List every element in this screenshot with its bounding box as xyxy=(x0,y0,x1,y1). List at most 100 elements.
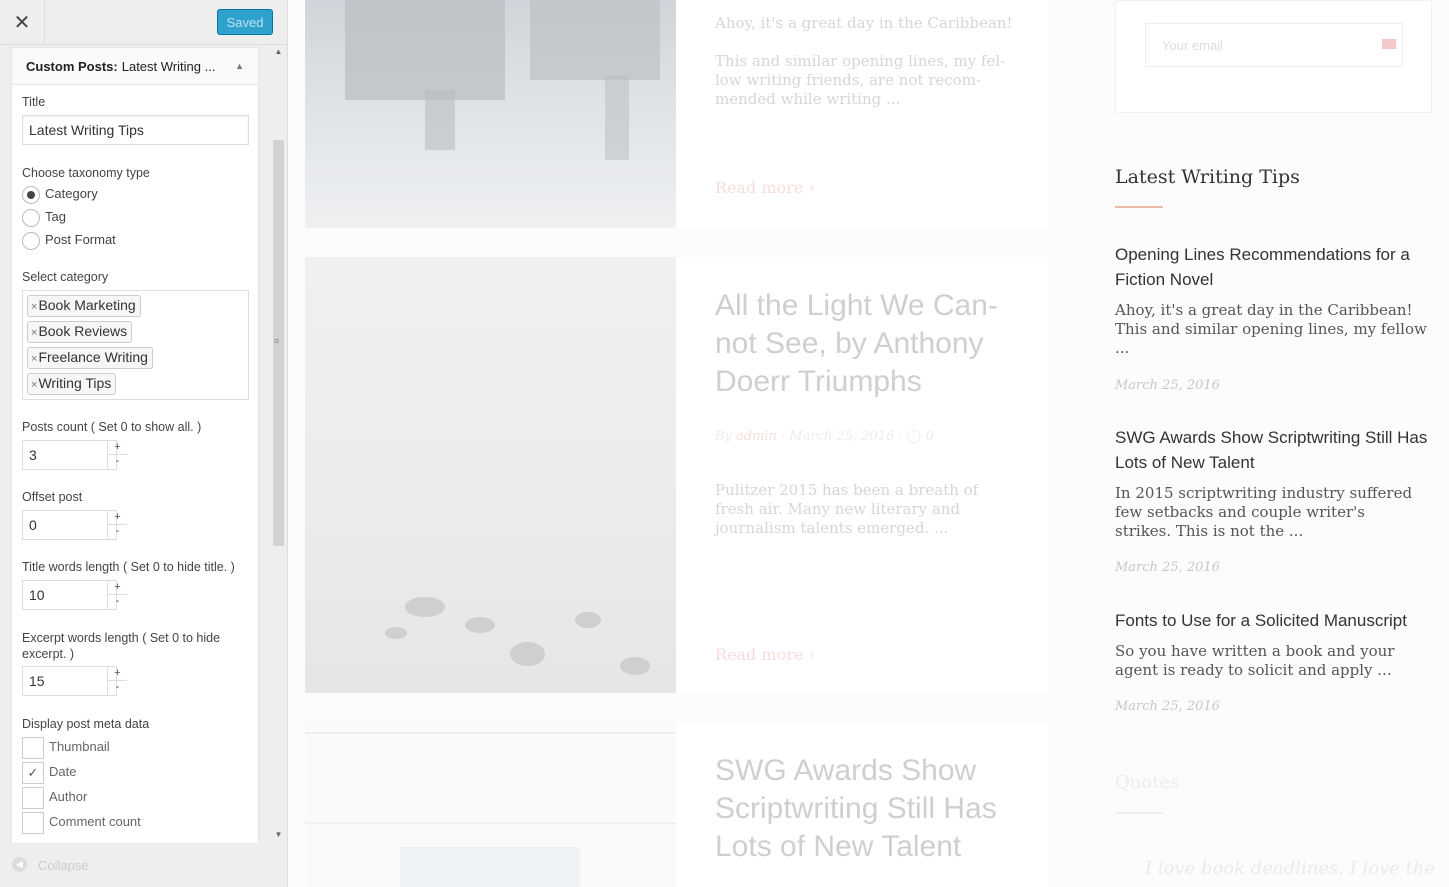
checkmark-icon: ✓ xyxy=(27,765,39,780)
excerpt-words-input[interactable]: 15 + - xyxy=(22,666,127,696)
sidebar-post-date: March 25, 2016 xyxy=(1115,699,1220,714)
meta-by: By xyxy=(715,429,732,444)
collapse-icon[interactable]: ◀ xyxy=(12,857,27,872)
comment-icon: ◯ xyxy=(906,429,922,444)
widget-header-prefix: Custom Posts: xyxy=(26,58,118,74)
meta-option-label: Comment count xyxy=(49,814,141,829)
stepper[interactable]: + - xyxy=(107,667,127,695)
title-words-value: 10 xyxy=(29,587,45,603)
email-field[interactable]: Your email xyxy=(1145,23,1403,67)
widget-header-name: Latest Writing ... xyxy=(121,58,216,74)
taxonomy-label: Choose taxonomy type xyxy=(22,166,150,180)
remove-icon[interactable]: × xyxy=(31,301,37,313)
offset-label: Offset post xyxy=(22,490,83,504)
meta-comments[interactable]: 0 xyxy=(925,429,933,444)
increment-icon[interactable]: + xyxy=(108,581,127,595)
decrement-icon[interactable]: - xyxy=(108,525,127,539)
title-input[interactable]: Latest Writing Tips xyxy=(22,115,249,145)
taxonomy-option-label: Category xyxy=(45,186,98,201)
read-more-label: Read more xyxy=(715,645,804,664)
meta-date: March 25, 2016 xyxy=(789,429,895,444)
scroll-down-icon[interactable]: ▼ xyxy=(271,830,286,839)
meta-option-label: Thumbnail xyxy=(49,739,110,754)
sidebar-post-title[interactable]: Fonts to Use for a Solicited Manuscript xyxy=(1115,608,1435,633)
sidebar-post-excerpt: So you have written a book and your agen… xyxy=(1115,642,1395,679)
meta-author[interactable]: admin xyxy=(736,429,777,444)
category-chip[interactable]: ×Book Marketing xyxy=(27,295,141,317)
sidebar-post-title[interactable]: Opening Lines Recommendations for a Fict… xyxy=(1115,242,1435,292)
scroll-up-icon[interactable]: ▲ xyxy=(271,47,286,56)
stepper[interactable]: + - xyxy=(107,581,127,609)
decrement-icon[interactable]: - xyxy=(108,595,127,609)
increment-icon[interactable]: + xyxy=(108,511,127,525)
category-chip[interactable]: ×Book Reviews xyxy=(27,321,133,343)
meta-option-label: Date xyxy=(49,764,77,779)
sidebar-post-excerpt: In 2015 scriptwriting industry suffered … xyxy=(1115,484,1413,540)
offset-input[interactable]: 0 + - xyxy=(22,510,127,540)
resize-grip-icon[interactable]: ≡ xyxy=(274,336,282,346)
stepper[interactable]: + - xyxy=(107,511,127,539)
panel-scrollbar[interactable]: ▲ ▼ xyxy=(271,45,286,843)
collapse-arrow-icon[interactable]: ▲ xyxy=(235,61,244,71)
meta-checkbox-author[interactable] xyxy=(22,787,44,809)
excerpt-words-value: 15 xyxy=(29,673,45,689)
meta-label: Display post meta data xyxy=(22,717,150,731)
offset-value: 0 xyxy=(29,517,37,533)
title-underline xyxy=(1115,812,1163,814)
post-card: All the Light We Can-not See, by Anthony… xyxy=(305,257,1048,693)
sidebar-post-date: March 25, 2016 xyxy=(1115,560,1220,575)
post-title[interactable]: All the Light We Can-not See, by Anthony… xyxy=(715,287,1015,401)
meta-checkbox-date[interactable]: ✓ xyxy=(22,762,44,784)
stepper[interactable]: + - xyxy=(107,441,127,469)
increment-icon[interactable]: + xyxy=(108,441,127,455)
widget-header[interactable]: Custom Posts: Latest Writing ... ▲ xyxy=(11,47,259,85)
posts-count-label: Posts count ( Set 0 to show all. ) xyxy=(22,420,202,434)
read-more-link[interactable]: Read more › xyxy=(715,645,815,664)
category-chip[interactable]: ×Freelance Writing xyxy=(27,347,153,369)
taxonomy-option-label: Tag xyxy=(45,209,66,224)
post-excerpt: This and similar opening lines, my fel-l… xyxy=(715,52,1006,108)
meta-option-label: Author xyxy=(49,789,88,804)
decrement-icon[interactable]: - xyxy=(108,681,127,695)
read-more-label: Read more xyxy=(715,178,804,197)
category-chip-label: Writing Tips xyxy=(38,375,112,391)
taxonomy-radio-tag[interactable] xyxy=(22,209,40,227)
posts-count-input[interactable]: 3 + - xyxy=(22,440,127,470)
read-more-link[interactable]: Read more › xyxy=(715,178,815,197)
category-label: Select category xyxy=(22,270,109,284)
post-card: SWG Awards Show Scriptwriting Still Has … xyxy=(305,722,1048,887)
post-thumbnail[interactable] xyxy=(305,722,676,887)
category-select[interactable]: ×Book Marketing ×Book Reviews ×Freelance… xyxy=(22,290,249,400)
widget-form: Title Latest Writing Tips Choose taxonom… xyxy=(11,85,259,843)
remove-icon[interactable]: × xyxy=(31,353,37,365)
post-title[interactable]: SWG Awards Show Scriptwriting Still Has … xyxy=(715,752,1025,866)
panel-footer: ◀ Collapse xyxy=(0,843,287,887)
envelope-icon[interactable] xyxy=(1382,39,1396,49)
excerpt-words-label: Excerpt words length ( Set 0 to hide exc… xyxy=(22,631,221,661)
meta-checkbox-comment-count[interactable] xyxy=(22,812,44,834)
sidebar-post-title[interactable]: SWG Awards Show Scriptwriting Still Has … xyxy=(1115,425,1435,475)
widget-scroll-area: Custom Posts: Latest Writing ... ▲ Title… xyxy=(11,45,259,843)
increment-icon[interactable]: + xyxy=(108,667,127,681)
saved-button[interactable]: Saved xyxy=(217,9,273,35)
taxonomy-option-label: Post Format xyxy=(45,232,116,247)
panel-header: ✕ Saved xyxy=(0,0,287,45)
posts-count-value: 3 xyxy=(29,447,37,463)
close-button[interactable]: ✕ xyxy=(0,0,45,45)
remove-icon[interactable]: × xyxy=(31,327,37,339)
category-chip-label: Freelance Writing xyxy=(38,349,148,365)
post-card: Ahoy, it's a great day in the Caribbean!… xyxy=(305,0,1048,228)
decrement-icon[interactable]: - xyxy=(108,455,127,469)
title-words-input[interactable]: 10 + - xyxy=(22,580,127,610)
post-thumbnail[interactable] xyxy=(305,0,676,228)
close-icon: ✕ xyxy=(13,12,31,34)
category-chip[interactable]: ×Writing Tips xyxy=(27,373,117,395)
collapse-button[interactable]: Collapse xyxy=(38,858,89,873)
post-thumbnail[interactable] xyxy=(305,257,676,693)
meta-checkbox-thumbnail[interactable] xyxy=(22,737,44,759)
taxonomy-radio-category[interactable] xyxy=(22,186,40,204)
taxonomy-radio-post-format[interactable] xyxy=(22,232,40,250)
chevron-right-icon: › xyxy=(808,645,815,664)
sidebar-post-date: March 25, 2016 xyxy=(1115,378,1220,393)
remove-icon[interactable]: × xyxy=(31,379,37,391)
